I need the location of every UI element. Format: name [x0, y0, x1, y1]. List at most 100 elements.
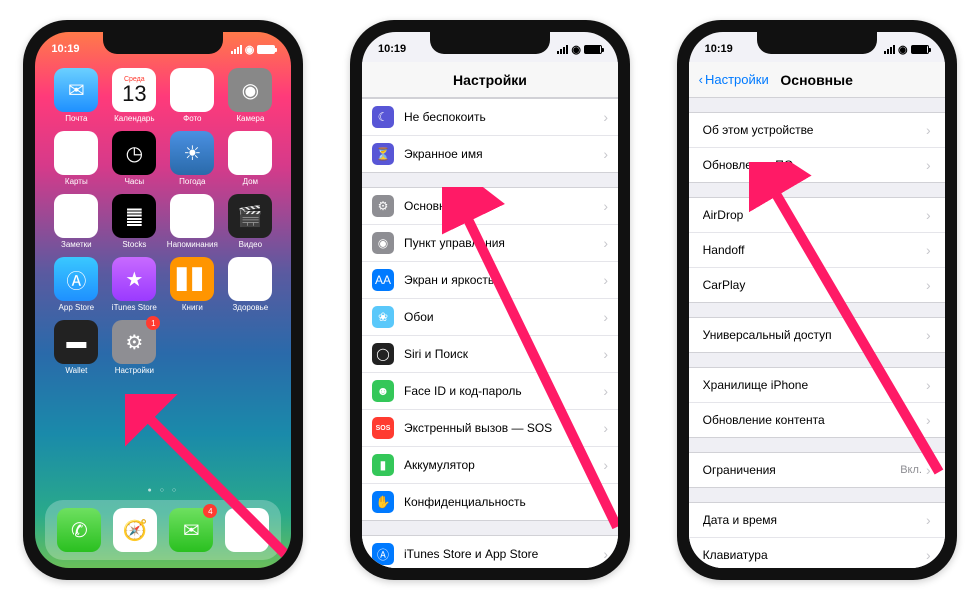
app-clock[interactable]: ◷ Часы: [105, 131, 163, 186]
appstore-row-icon: Ⓐ: [372, 543, 394, 565]
row-label: Об этом устройстве: [703, 123, 926, 137]
row-label: Обновление контента: [703, 413, 926, 427]
text-size-icon: AA: [372, 269, 394, 291]
gear-icon: ⚙︎: [372, 195, 394, 217]
signal-icon: [884, 45, 895, 54]
dock-messages[interactable]: ✉︎4: [169, 508, 213, 552]
app-stocks[interactable]: ䷀Stocks: [105, 194, 163, 249]
chevron-icon: ›: [926, 327, 931, 343]
settings-list[interactable]: ☾Не беспокоить› ⏳Экранное имя› ⚙︎Основны…: [362, 98, 618, 568]
battery-row-icon: ▮: [372, 454, 394, 476]
app-maps[interactable]: ➶Карты: [47, 131, 105, 186]
safari-icon: 🧭: [113, 508, 157, 552]
chevron-icon: ›: [926, 412, 931, 428]
signal-icon: [231, 45, 242, 54]
row-background-refresh[interactable]: Обновление контента›: [689, 403, 945, 437]
row-screentime[interactable]: ⏳Экранное имя›: [362, 136, 618, 172]
dock: ✆ 🧭 ✉︎4 ♫: [45, 500, 281, 560]
chevron-icon: ›: [603, 383, 608, 399]
chevron-icon: ›: [603, 494, 608, 510]
row-wallpaper[interactable]: ❀Обои›: [362, 299, 618, 336]
row-label: Экран и яркость: [404, 273, 603, 287]
notch: [757, 32, 877, 54]
row-handoff[interactable]: Handoff›: [689, 233, 945, 268]
row-label: Экранное имя: [404, 147, 603, 161]
maps-icon: ➶: [54, 131, 98, 175]
row-label: Аккумулятор: [404, 458, 603, 472]
chevron-icon: ›: [926, 547, 931, 563]
row-display[interactable]: AAЭкран и яркость›: [362, 262, 618, 299]
chevron-icon: ›: [603, 346, 608, 362]
row-control-center[interactable]: ◉Пункт управления›: [362, 225, 618, 262]
row-faceid[interactable]: ☻Face ID и код-пароль›: [362, 373, 618, 410]
clock-icon: ◷: [112, 131, 156, 175]
app-wallet[interactable]: ▬Wallet: [47, 320, 105, 375]
app-settings[interactable]: ⚙︎1Настройки: [105, 320, 163, 375]
row-siri[interactable]: ◯Siri и Поиск›: [362, 336, 618, 373]
app-notes[interactable]: ▤Заметки: [47, 194, 105, 249]
dock-phone[interactable]: ✆: [57, 508, 101, 552]
row-privacy[interactable]: ✋Конфиденциальность›: [362, 484, 618, 520]
siri-icon: ◯: [372, 343, 394, 365]
back-button[interactable]: ‹Настройки: [699, 72, 769, 87]
row-label: Не беспокоить: [404, 110, 603, 124]
nav-bar: Настройки: [362, 62, 618, 98]
row-label: Дата и время: [703, 513, 926, 527]
app-weather[interactable]: ☀︎ Погода: [163, 131, 221, 186]
weather-icon: ☀︎: [170, 131, 214, 175]
status-time: 10:19: [705, 43, 755, 55]
app-reminders[interactable]: ☰Напоминания: [163, 194, 221, 249]
row-software-update[interactable]: Обновление ПО›: [689, 148, 945, 182]
nav-title: Настройки: [453, 72, 527, 88]
app-books[interactable]: ▋▋Книги: [163, 257, 221, 312]
sos-icon: SOS: [372, 417, 394, 439]
chevron-icon: ›: [603, 235, 608, 251]
messages-badge: 4: [203, 504, 217, 518]
books-label: Книги: [182, 303, 203, 312]
app-mail[interactable]: ✉︎Почта: [47, 68, 105, 123]
row-airdrop[interactable]: AirDrop›: [689, 198, 945, 233]
row-battery[interactable]: ▮Аккумулятор›: [362, 447, 618, 484]
app-itunes[interactable]: ★iTunes Store: [105, 257, 163, 312]
row-restrictions[interactable]: ОграниченияВкл.›: [689, 453, 945, 487]
home-screen: 10:19 ◉ ✉︎Почта Среда13Календарь ✿Фото ◉…: [35, 32, 291, 568]
appstore-icon: Ⓐ: [54, 257, 98, 301]
app-health[interactable]: ♥Здоровье: [221, 257, 279, 312]
app-photos[interactable]: ✿Фото: [163, 68, 221, 123]
general-list[interactable]: Об этом устройстве› Обновление ПО› AirDr…: [689, 98, 945, 568]
app-calendar[interactable]: Среда13Календарь: [105, 68, 163, 123]
row-label: iTunes Store и App Store: [404, 547, 603, 561]
row-general[interactable]: ⚙︎Основные›: [362, 188, 618, 225]
row-about[interactable]: Об этом устройстве›: [689, 113, 945, 148]
row-label: Обои: [404, 310, 603, 324]
messages-icon: ✉︎4: [169, 508, 213, 552]
row-dnd[interactable]: ☾Не беспокоить›: [362, 99, 618, 136]
app-videos[interactable]: 🎬Видео: [221, 194, 279, 249]
nav-bar: ‹Настройки Основные: [689, 62, 945, 98]
clock-label: Часы: [125, 177, 145, 186]
page-dots: ● ○ ○: [35, 487, 291, 494]
row-keyboard[interactable]: Клавиатура›: [689, 538, 945, 568]
notes-label: Заметки: [61, 240, 92, 249]
phone-general: 10:19 ◉ ‹Настройки Основные Об этом устр…: [677, 20, 957, 580]
phone-settings: 10:19 ◉ Настройки ☾Не беспокоить› ⏳Экран…: [350, 20, 630, 580]
hand-icon: ✋: [372, 491, 394, 513]
row-date-time[interactable]: Дата и время›: [689, 503, 945, 538]
app-camera[interactable]: ◉Камера: [221, 68, 279, 123]
status-icons: ◉: [557, 43, 602, 56]
app-home[interactable]: ⌂Дом: [221, 131, 279, 186]
photos-icon: ✿: [170, 68, 214, 112]
app-appstore[interactable]: ⒶApp Store: [47, 257, 105, 312]
row-carplay[interactable]: CarPlay›: [689, 268, 945, 302]
row-iphone-storage[interactable]: Хранилище iPhone›: [689, 368, 945, 403]
row-label: Экстренный вызов — SOS: [404, 421, 603, 435]
dock-safari[interactable]: 🧭: [113, 508, 157, 552]
notch: [430, 32, 550, 54]
row-sos[interactable]: SOSЭкстренный вызов — SOS›: [362, 410, 618, 447]
chevron-icon: ›: [926, 277, 931, 293]
row-accessibility[interactable]: Универсальный доступ›: [689, 318, 945, 352]
weather-label: Погода: [179, 177, 205, 186]
dock-music[interactable]: ♫: [225, 508, 269, 552]
calendar-icon: Среда13: [112, 68, 156, 112]
row-itunes-appstore[interactable]: ⒶiTunes Store и App Store›: [362, 536, 618, 568]
